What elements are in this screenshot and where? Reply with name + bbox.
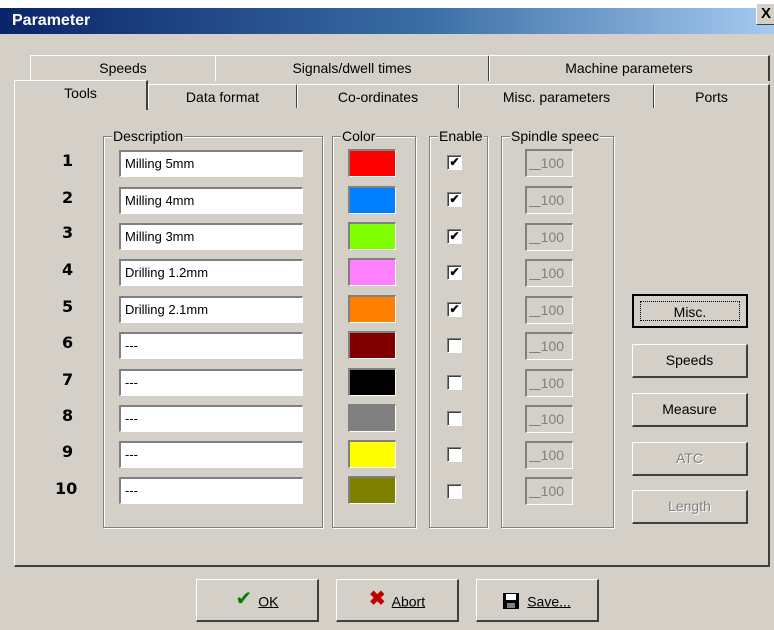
tab-tools[interactable]: Tools [14,80,148,110]
tool-enable-checkbox[interactable]: ✔ [447,265,462,280]
misc-button[interactable]: Misc. [632,294,748,328]
window-title: Parameter [12,12,91,29]
tool-enable-checkbox[interactable]: ✔ [447,229,462,244]
tool-color-fill [350,333,395,358]
tool-number: 3 [62,223,74,242]
tool-color-fill [350,370,395,395]
tool-number: 8 [62,406,74,425]
save-button[interactable]: Save... [476,579,599,622]
title-bar: Parameter [0,8,774,34]
tab-ports[interactable]: Ports [654,84,770,108]
tool-number: 5 [62,297,74,316]
tab-data-format[interactable]: Data format [148,84,298,108]
tool-enable-checkbox[interactable] [447,411,462,426]
tool-color-swatch[interactable] [348,149,396,177]
tool-number: 1 [62,151,74,170]
check-icon: ✔ [235,588,253,611]
tool-enable-checkbox[interactable] [447,484,462,499]
tool-color-swatch[interactable] [348,440,396,468]
tool-color-swatch[interactable] [348,368,396,396]
spindle-speed-field: 100 [525,405,573,433]
speeds-button[interactable]: Speeds [632,344,748,378]
tool-color-fill [350,260,395,285]
tool-description-field[interactable]: --- [119,332,303,359]
tool-number: 10 [55,479,78,498]
tab-signals-dwell-times[interactable]: Signals/dwell times [215,55,490,81]
length-button: Length [632,490,748,524]
tool-enable-checkbox[interactable]: ✔ [447,155,462,170]
close-button[interactable]: X [756,3,774,25]
tool-description-field[interactable]: Drilling 1.2mm [119,259,303,286]
spindle-speed-group-label: Spindle speec [510,128,600,144]
tool-enable-checkbox[interactable]: ✔ [447,302,462,317]
description-group-label: Description [112,128,185,144]
color-group-label: Color [341,128,377,144]
enable-group-label: Enable [438,128,484,144]
tool-number: 2 [62,188,74,207]
spindle-speed-field: 100 [525,296,573,324]
tool-color-swatch[interactable] [348,476,396,504]
tab-misc-parameters[interactable]: Misc. parameters [459,84,655,108]
tool-color-fill [350,406,395,431]
tool-description-field[interactable]: --- [119,477,303,504]
tool-enable-checkbox[interactable]: ✔ [447,192,462,207]
tab-speeds[interactable]: Speeds [30,55,217,81]
tool-number: 9 [62,442,74,461]
tool-enable-checkbox[interactable] [447,375,462,390]
spindle-speed-field: 100 [525,149,573,177]
tool-enable-checkbox[interactable] [447,338,462,353]
spindle-speed-field: 100 [525,332,573,360]
tool-color-fill [350,151,395,176]
spindle-speed-field: 100 [525,259,573,287]
x-icon: ✖ [368,588,386,611]
tool-color-swatch[interactable] [348,186,396,214]
tool-number: 6 [62,333,74,352]
spindle-speed-field: 100 [525,369,573,397]
tool-color-swatch[interactable] [348,331,396,359]
tool-description-field[interactable]: --- [119,441,303,468]
tool-color-swatch[interactable] [348,404,396,432]
tool-enable-checkbox[interactable] [447,447,462,462]
spindle-speed-field: 100 [525,186,573,214]
spindle-speed-field: 100 [525,477,573,505]
tool-description-field[interactable]: Drilling 2.1mm [119,296,303,323]
tab-co-ordinates[interactable]: Co-ordinates [297,84,460,108]
tool-color-swatch[interactable] [348,295,396,323]
tool-number: 7 [62,370,74,389]
tool-description-field[interactable]: Milling 5mm [119,150,303,177]
tool-color-swatch[interactable] [348,222,396,250]
tool-color-fill [350,297,395,322]
spindle-speed-field: 100 [525,441,573,469]
tool-color-fill [350,442,395,467]
spindle-speed-field: 100 [525,223,573,251]
tab-machine-parameters[interactable]: Machine parameters [489,55,770,81]
floppy-disk-icon [503,593,520,610]
tool-number: 4 [62,260,74,279]
tool-color-fill [350,188,395,213]
abort-button[interactable]: ✖ Abort [336,579,459,622]
tool-color-fill [350,224,395,249]
tool-description-field[interactable]: Milling 4mm [119,187,303,214]
ok-button[interactable]: ✔ OK [196,579,319,622]
atc-button: ATC [632,442,748,476]
tool-color-fill [350,478,395,503]
tool-description-field[interactable]: --- [119,405,303,432]
tool-description-field[interactable]: --- [119,369,303,396]
tool-description-field[interactable]: Milling 3mm [119,223,303,250]
tool-color-swatch[interactable] [348,258,396,286]
measure-button[interactable]: Measure [632,393,748,427]
